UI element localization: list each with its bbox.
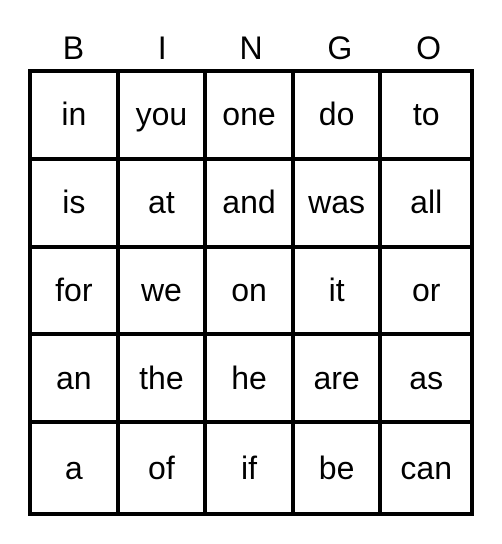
bingo-cell: the [119, 336, 208, 425]
bingo-cell: be [295, 424, 383, 512]
bingo-cell: is [32, 160, 120, 249]
bingo-cell: as [382, 336, 470, 425]
bingo-cell: it [294, 248, 383, 337]
header-letter-n: N [239, 30, 263, 66]
bingo-cell: and [207, 160, 295, 249]
bingo-cell: to [382, 73, 470, 161]
bingo-grid: in you one do to is at and was all for w… [28, 69, 474, 516]
bingo-cell: we [119, 248, 208, 337]
bingo-cell: one [207, 73, 295, 161]
header-letter-b: B [62, 30, 85, 66]
bingo-cell: all [382, 161, 470, 249]
bingo-cell: in [32, 73, 120, 161]
bingo-header: B I N G O [29, 28, 473, 68]
bingo-cell: can [400, 449, 452, 486]
bingo-cell: at [119, 160, 208, 249]
header-letter-o: O [416, 30, 442, 66]
bingo-cell: or [382, 249, 470, 337]
bingo-cell: a [32, 424, 120, 512]
bingo-cell: on [207, 248, 295, 337]
header-letter-g: G [327, 30, 353, 66]
bingo-cell: do [294, 73, 383, 161]
bingo-cell: he [207, 336, 295, 425]
bingo-cell: if [207, 424, 295, 512]
header-letter-i: I [157, 30, 167, 66]
bingo-cell: was [294, 160, 383, 249]
bingo-cell: of [120, 424, 208, 512]
bingo-cell: you [119, 73, 208, 161]
bingo-cell: an [32, 336, 120, 425]
bingo-cell: for [32, 248, 120, 337]
bingo-cell: are [294, 336, 383, 425]
